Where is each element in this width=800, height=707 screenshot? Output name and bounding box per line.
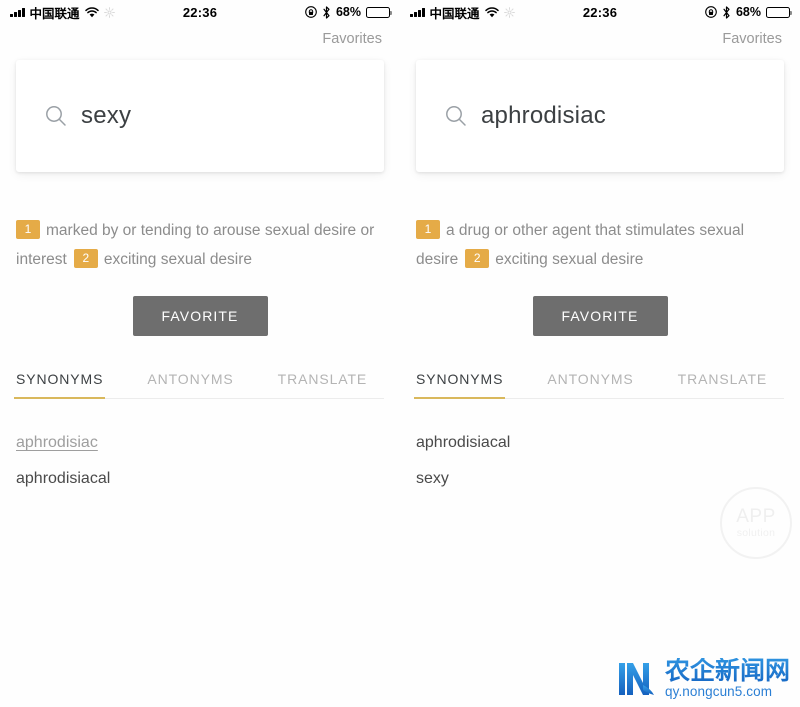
definitions-left: 1 marked by or tending to arouse sexual d… [0,172,400,274]
tab-translate[interactable]: TRANSLATE [278,371,368,398]
definition-number-badge: 2 [73,249,98,268]
list-item[interactable]: aphrodisiacal [16,461,384,497]
battery-icon [366,6,393,18]
search-card-wrap-right: aphrodisiac [400,54,800,172]
list-item[interactable]: aphrodisiac [16,425,384,461]
search-card-wrap-left: sexy [0,54,400,172]
synonym-list-right: aphrodisiacal sexy [400,399,800,497]
favorite-button[interactable]: FAVORITE [532,296,668,336]
search-card[interactable]: sexy [16,60,384,172]
favorite-button-wrap-right: FAVORITE [400,274,800,336]
favorite-button[interactable]: FAVORITE [132,296,268,336]
search-icon [44,104,68,128]
definition-text: exciting sexual desire [103,251,253,268]
status-bar-right-group: 68% [305,5,393,19]
status-bar-right-group: 68% [705,5,793,19]
nav-bar-right: Favorites [400,24,800,54]
favorite-button-wrap-left: FAVORITE [0,274,400,336]
definition-number-badge: 1 [416,220,440,239]
status-bar-right: 中国联通 22:36 68% [400,0,800,24]
tab-synonyms[interactable]: SYNONYMS [413,371,506,399]
list-item[interactable]: sexy [416,461,784,497]
synonym-list-left: aphrodisiac aphrodisiacal [0,399,400,497]
nav-bar-left: Favorites [0,24,400,54]
definitions-right: 1a drug or other agent that stimulates s… [400,172,800,274]
definition-number-badge: 1 [16,220,40,239]
search-icon [444,104,468,128]
rotation-lock-icon [705,6,717,18]
status-bar-left: 中国联通 22:36 68% [0,0,400,24]
definition-text: exciting sexual desire [495,251,644,268]
bluetooth-icon [722,5,731,19]
tab-antonyms[interactable]: ANTONYMS [547,371,633,398]
search-input[interactable]: sexy [81,102,131,130]
tab-antonyms[interactable]: ANTONYMS [147,371,233,398]
phone-screen-left: 中国联通 22:36 68% Favorites sexy 1 marked b… [0,0,400,707]
search-card[interactable]: aphrodisiac [416,60,784,172]
phone-screen-right: 中国联通 22:36 68% Favorites aphrodisiac 1 a… [400,0,800,707]
tab-synonyms[interactable]: SYNONYMS [13,371,106,399]
list-item[interactable]: aphrodisiacal [416,425,784,461]
search-input[interactable]: aphrodisiac [481,102,606,130]
tab-bar-left: SYNONYMS ANTONYMS TRANSLATE [13,371,384,399]
battery-percent: 68% [335,5,361,19]
bluetooth-icon [322,5,331,19]
tab-translate[interactable]: TRANSLATE [678,371,768,398]
battery-icon [766,6,793,18]
battery-percent: 68% [735,5,761,19]
dual-screenshot-container: 中国联通 22:36 68% Favorites sexy 1 marked b… [0,0,800,707]
tab-bar-right: SYNONYMS ANTONYMS TRANSLATE [413,371,784,399]
rotation-lock-icon [305,6,317,18]
favorites-link[interactable]: Favorites [722,31,782,47]
favorites-link[interactable]: Favorites [322,31,382,47]
definition-number-badge: 2 [465,249,490,268]
